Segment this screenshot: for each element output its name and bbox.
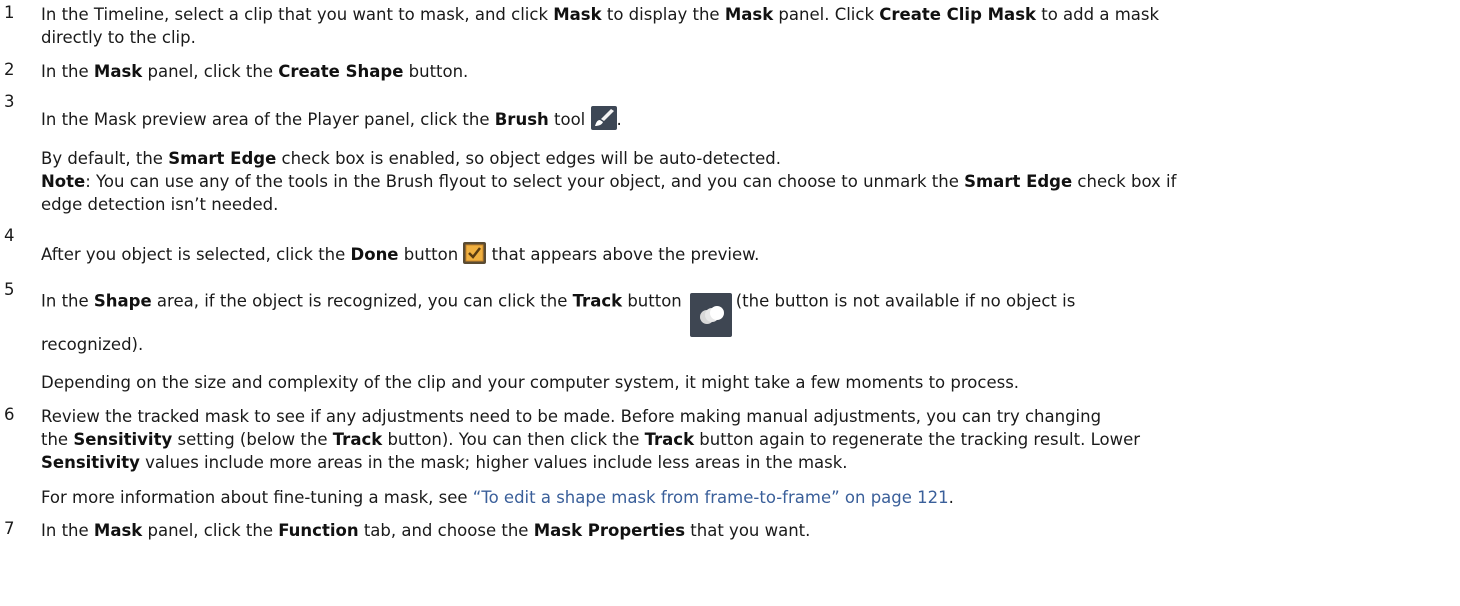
step-text: In the Timeline, select a clip that you …	[41, 5, 1160, 24]
step-text-cont: Depending on the size and complexity of …	[41, 373, 1020, 392]
track-button-icon	[689, 293, 732, 337]
step-text: In the Mask preview area of the Player p…	[41, 105, 622, 133]
note-text-cont: edge detection isn’t needed.	[41, 195, 279, 214]
step-number: 3	[4, 92, 15, 111]
step-text: In the Mask panel, click the Create Shap…	[41, 62, 469, 81]
step-number: 7	[4, 519, 15, 538]
step-text-cont: recognized).	[41, 335, 144, 354]
done-checkbox-icon	[463, 241, 487, 264]
more-info-text: For more information about fine-tuning a…	[41, 488, 954, 507]
step-number: 6	[4, 405, 15, 424]
step-number: 2	[4, 60, 15, 79]
note-text: Note: You can use any of the tools in th…	[41, 172, 1177, 191]
brush-tool-icon	[590, 105, 617, 130]
step-text: Review the tracked mask to see if any ad…	[41, 407, 1102, 426]
page-reference-link[interactable]: “To edit a shape mask from frame-to-fram…	[473, 488, 949, 507]
step-text-cont: the Sensitivity setting (below the Track…	[41, 430, 1141, 449]
step-text: In the Mask panel, click the Function ta…	[41, 521, 811, 540]
step-number: 5	[4, 280, 15, 299]
step-text: After you object is selected, click the …	[41, 241, 759, 267]
step-text-cont: By default, the Smart Edge check box is …	[41, 149, 781, 168]
step-text: In the Shape area, if the object is reco…	[41, 280, 1075, 337]
step-number: 4	[4, 226, 15, 245]
step-text-cont: Sensitivity values include more areas in…	[41, 453, 848, 472]
step-text-cont: directly to the clip.	[41, 28, 196, 47]
step-number: 1	[4, 3, 15, 22]
